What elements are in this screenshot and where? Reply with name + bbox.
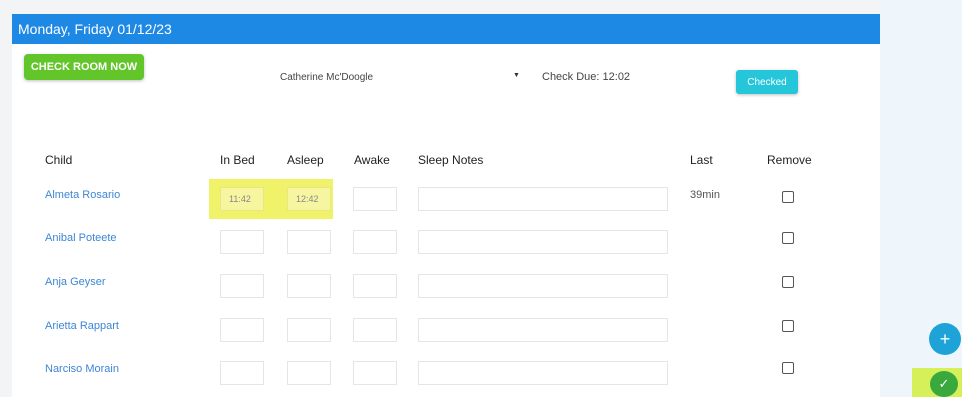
remove-checkbox[interactable]	[782, 276, 794, 288]
awake-input[interactable]	[353, 274, 397, 298]
awake-input[interactable]	[353, 318, 397, 342]
last-check-value: 39min	[690, 189, 720, 201]
child-link-arietta-rappart[interactable]: Arietta Rappart	[45, 320, 119, 332]
column-header-remove: Remove	[767, 153, 812, 167]
column-header-asleep: Asleep	[287, 153, 324, 167]
in-bed-input[interactable]: 11:42	[220, 187, 264, 211]
page-title: Monday, Friday 01/12/23	[12, 14, 880, 44]
in-bed-input[interactable]	[220, 230, 264, 254]
in-bed-input[interactable]	[220, 361, 264, 385]
asleep-input[interactable]	[287, 318, 331, 342]
sleep-notes-input[interactable]	[418, 187, 668, 211]
add-fab-button[interactable]: +	[929, 323, 961, 355]
child-link-anibal-poteete[interactable]: Anibal Poteete	[45, 232, 117, 244]
asleep-input[interactable]	[287, 274, 331, 298]
plus-icon: +	[939, 328, 951, 349]
sleep-notes-input[interactable]	[418, 274, 668, 298]
child-link-almeta-rosario[interactable]: Almeta Rosario	[45, 189, 120, 201]
remove-checkbox[interactable]	[782, 232, 794, 244]
awake-input[interactable]	[353, 230, 397, 254]
asleep-input[interactable]	[287, 230, 331, 254]
column-header-child: Child	[45, 153, 73, 167]
asleep-input[interactable]: 12:42	[287, 187, 331, 211]
check-room-now-button[interactable]: CHECK ROOM NOW	[24, 54, 144, 80]
sleep-notes-input[interactable]	[418, 361, 668, 385]
confirm-fab-button[interactable]: ✓	[930, 371, 958, 397]
check-icon: ✓	[938, 376, 950, 391]
sleep-notes-input[interactable]	[418, 318, 668, 342]
awake-input[interactable]	[353, 187, 397, 211]
column-header-last: Last	[690, 153, 713, 167]
column-header-in-bed: In Bed	[220, 153, 255, 167]
staff-select[interactable]: Catherine Mc'Doogle	[280, 72, 373, 83]
caret-down-icon[interactable]: ▼	[513, 72, 520, 79]
child-link-anja-geyser[interactable]: Anja Geyser	[45, 276, 106, 288]
checked-button[interactable]: Checked	[736, 70, 798, 94]
in-bed-input[interactable]	[220, 318, 264, 342]
awake-input[interactable]	[353, 361, 397, 385]
remove-checkbox[interactable]	[782, 362, 794, 374]
in-bed-input[interactable]	[220, 274, 264, 298]
asleep-input[interactable]	[287, 361, 331, 385]
remove-checkbox[interactable]	[782, 191, 794, 203]
check-due-text: Check Due: 12:02	[542, 71, 631, 83]
remove-checkbox[interactable]	[782, 320, 794, 332]
sleep-notes-input[interactable]	[418, 230, 668, 254]
column-header-awake: Awake	[354, 153, 390, 167]
column-header-sleep-notes: Sleep Notes	[418, 153, 484, 167]
child-link-narciso-morain[interactable]: Narciso Morain	[45, 363, 119, 375]
